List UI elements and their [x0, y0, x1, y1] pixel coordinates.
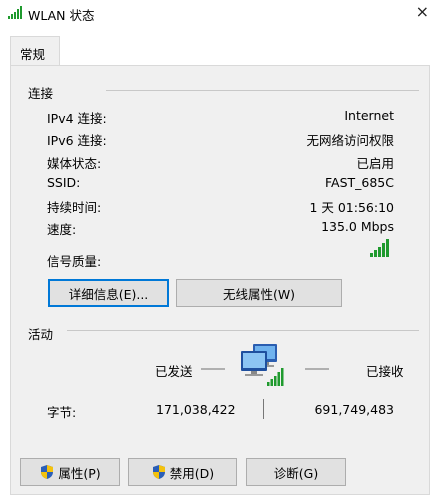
ipv6-value: 无网络访问权限: [306, 133, 394, 148]
media-state-label: 媒体状态:: [47, 156, 102, 171]
activity-section-title: 活动: [28, 327, 54, 342]
signal-bars-icon: [370, 239, 389, 257]
tab-panel-general: 连接 IPv4 连接: Internet IPv6 连接: 无网络访问权限 媒体…: [10, 65, 430, 495]
bytes-sent-value: 171,038,422: [156, 402, 236, 417]
network-computers-icon: [241, 344, 284, 386]
window-title: WLAN 状态: [28, 8, 95, 23]
tab-general[interactable]: 常规: [10, 36, 60, 65]
close-button[interactable]: ×: [416, 2, 429, 21]
disable-button-label: 禁用(D): [169, 465, 215, 481]
properties-button[interactable]: 属性(P): [20, 458, 120, 486]
activity-divider: [67, 330, 419, 331]
received-connector-line: [305, 368, 329, 370]
diagnose-button[interactable]: 诊断(G): [246, 458, 346, 486]
sent-label: 已发送: [155, 364, 193, 379]
duration-value: 1 天 01:56:10: [309, 200, 394, 215]
connection-divider: [106, 90, 419, 91]
uac-shield-icon: [152, 465, 165, 479]
speed-label: 速度:: [47, 222, 77, 237]
bytes-received-value: 691,749,483: [314, 402, 394, 417]
sent-connector-line: [201, 368, 225, 370]
ipv6-label: IPv6 连接:: [47, 133, 107, 148]
duration-label: 持续时间:: [47, 200, 102, 215]
ipv4-label: IPv4 连接:: [47, 111, 107, 126]
wireless-properties-button[interactable]: 无线属性(W): [176, 279, 342, 307]
connection-section-title: 连接: [28, 86, 54, 101]
received-label: 已接收: [366, 364, 404, 379]
speed-value: 135.0 Mbps: [321, 219, 394, 234]
properties-button-label: 属性(P): [58, 465, 101, 481]
bytes-label: 字节:: [47, 405, 77, 420]
ssid-label: SSID:: [47, 175, 81, 190]
media-state-value: 已启用: [356, 156, 394, 171]
tab-strip: 常规: [0, 28, 439, 66]
disable-button[interactable]: 禁用(D): [128, 458, 237, 486]
signal-quality-label: 信号质量:: [47, 254, 102, 269]
bytes-divider: [263, 399, 264, 419]
uac-shield-icon: [41, 465, 54, 479]
title-bar: WLAN 状态 ×: [0, 0, 439, 28]
ipv4-value: Internet: [344, 108, 394, 123]
ssid-value: FAST_685C: [324, 175, 394, 190]
signal-bars-icon: [8, 6, 22, 19]
details-button[interactable]: 详细信息(E)...: [48, 279, 169, 307]
